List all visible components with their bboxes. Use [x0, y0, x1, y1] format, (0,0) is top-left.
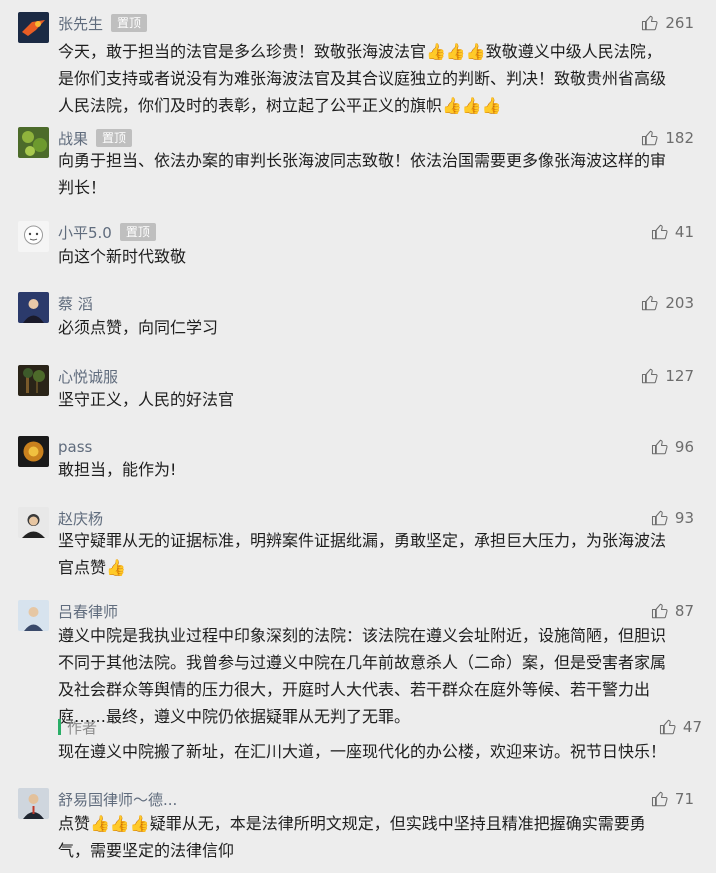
- commenter-name[interactable]: 吕春律师: [58, 601, 118, 622]
- thumbs-up-outline-icon: [651, 603, 668, 619]
- commenter-name[interactable]: pass: [58, 438, 92, 456]
- like-count: 87: [674, 602, 694, 620]
- avatar[interactable]: [18, 600, 49, 631]
- thumbs-up-outline-icon: [651, 224, 668, 240]
- like-count: 127: [665, 367, 694, 385]
- thumbs-up-outline-icon: [651, 791, 668, 807]
- thumbs-up-outline-icon: [651, 439, 668, 455]
- commenter-name[interactable]: 舒易国律师～德...: [58, 789, 177, 810]
- commenter-name[interactable]: 蔡 滔: [58, 293, 93, 314]
- avatar[interactable]: [18, 127, 49, 158]
- avatar[interactable]: [18, 436, 49, 467]
- comment-text: 坚守疑罪从无的证据标准，明辨案件证据纰漏，勇敢坚定，承担巨大压力，为张海波法 官…: [58, 531, 667, 577]
- comment-text: 坚守正义，人民的好法官: [58, 390, 235, 409]
- avatar[interactable]: [18, 365, 49, 396]
- avatar[interactable]: [18, 788, 49, 819]
- thumbs-up-outline-icon: [651, 510, 668, 526]
- avatar[interactable]: [18, 221, 49, 252]
- like-button[interactable]: 71: [651, 788, 694, 810]
- like-button[interactable]: 41: [651, 221, 694, 243]
- like-button[interactable]: 87: [651, 600, 694, 622]
- like-count: 93: [674, 509, 694, 527]
- avatar[interactable]: [18, 507, 49, 538]
- commenter-name[interactable]: 赵庆杨: [58, 508, 103, 529]
- pinned-badge: 置顶: [111, 14, 148, 32]
- thumbs-up-outline-icon: [642, 368, 658, 384]
- thumbs-up-outline-icon: [642, 15, 658, 31]
- like-button[interactable]: 47: [659, 716, 702, 738]
- commenter-name[interactable]: 心悦诚服: [58, 366, 118, 387]
- comment-text: 遵义中院是我执业过程中印象深刻的法院：该法院在遵义会址附近，设施简陋，但胆识 不…: [58, 626, 667, 726]
- comment-text: 今天，敢于担当的法官是多么珍贵！致敬张海波法官👍👍👍致敬遵义中级人民法院， 是你…: [58, 42, 667, 115]
- like-button[interactable]: 261: [641, 12, 694, 34]
- author-reply: 作者 47 现在遵义中院搬了新址，在汇川大道，一座现代化的办公楼，欢迎来访。祝节…: [58, 716, 702, 765]
- commenter-name[interactable]: 张先生: [58, 13, 103, 34]
- avatar[interactable]: [18, 12, 49, 43]
- comment-text: 必须点赞，向同仁学习: [58, 318, 219, 337]
- thumbs-up-outline-icon: [659, 719, 676, 735]
- like-count: 41: [674, 223, 694, 241]
- like-count: 203: [665, 294, 694, 312]
- comment-text: 向这个新时代致敬: [58, 247, 187, 266]
- thumbs-up-outline-icon: [642, 295, 658, 311]
- like-count: 182: [665, 129, 694, 147]
- thumbs-up-outline-icon: [642, 130, 658, 146]
- like-count: 261: [665, 14, 694, 32]
- like-count: 47: [682, 718, 702, 736]
- comment-text: 点赞👍👍👍疑罪从无，本是法律所明文规定，但实践中坚持且精准把握确实需要勇 气，需…: [58, 814, 646, 860]
- like-button[interactable]: 127: [641, 365, 694, 387]
- avatar[interactable]: [18, 292, 49, 323]
- like-count: 96: [674, 438, 694, 456]
- commenter-name[interactable]: 战果: [58, 128, 88, 149]
- reply-indicator: [58, 719, 61, 735]
- reply-text: 现在遵义中院搬了新址，在汇川大道，一座现代化的办公楼，欢迎来访。祝节日快乐！: [58, 742, 667, 761]
- commenter-name[interactable]: 小平5.0: [58, 222, 112, 243]
- like-button[interactable]: 182: [641, 127, 694, 149]
- reply-author-label: 作者: [67, 718, 98, 737]
- like-count: 71: [674, 790, 694, 808]
- like-button[interactable]: 96: [651, 436, 694, 458]
- pinned-badge: 置顶: [96, 129, 133, 147]
- like-button[interactable]: 203: [641, 292, 694, 314]
- comment-text: 敢担当，能作为!: [58, 460, 177, 479]
- like-button[interactable]: 93: [651, 507, 694, 529]
- comment-text: 向勇于担当、依法办案的审判长张海波同志致敬！依法治国需要更多像张海波这样的审 判…: [58, 151, 667, 197]
- pinned-badge: 置顶: [119, 223, 156, 241]
